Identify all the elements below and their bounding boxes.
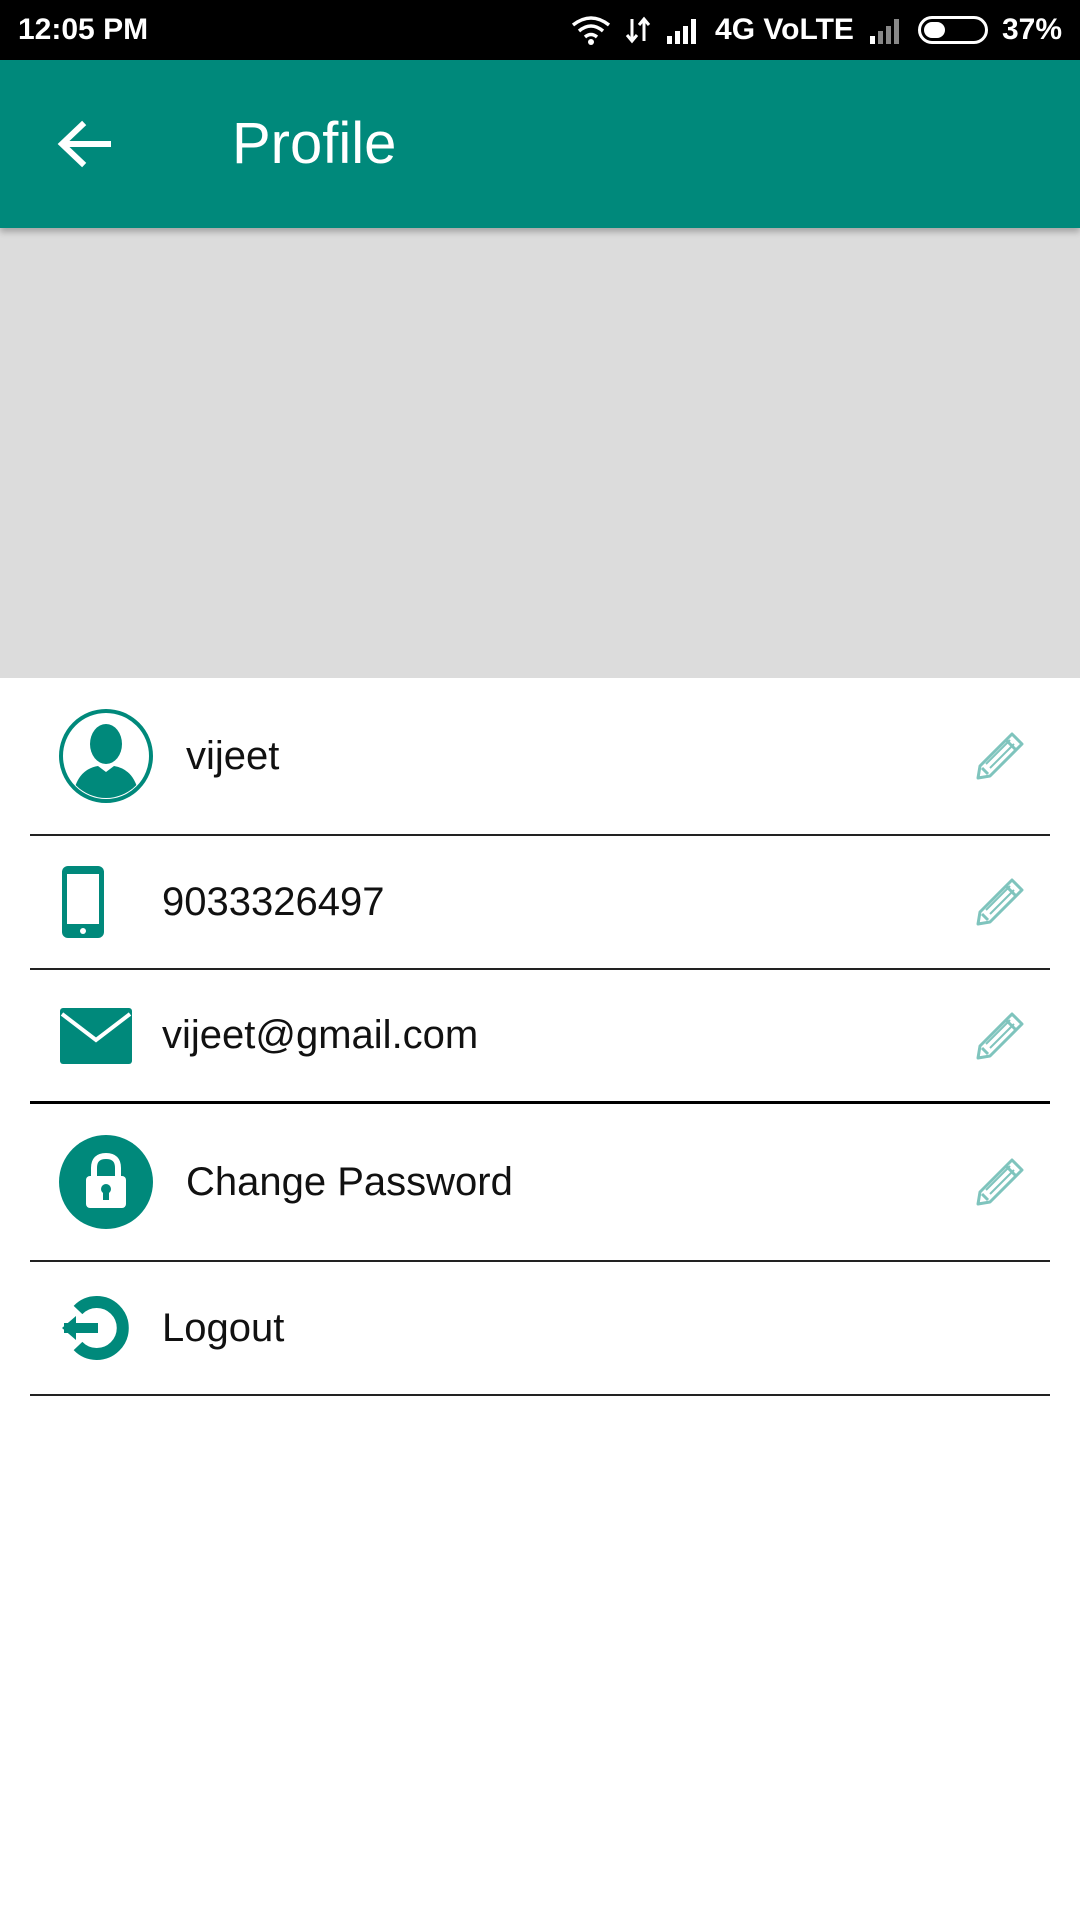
status-bar: 12:05 PM 4G VoLTE 37%	[0, 0, 1080, 60]
battery-percent: 37%	[1001, 13, 1062, 46]
edit-name-button[interactable]	[972, 728, 1028, 784]
signal-icon	[665, 16, 701, 44]
status-time: 12:05 PM	[18, 13, 149, 46]
person-icon	[59, 709, 153, 803]
battery-icon	[917, 16, 988, 44]
profile-name-row: vijeet	[30, 678, 1050, 836]
lock-icon	[59, 1135, 153, 1229]
arrow-back-icon	[57, 120, 111, 168]
logout-row[interactable]: Logout	[30, 1262, 1050, 1396]
profile-phone: 9033326497	[162, 879, 385, 924]
data-transfer-icon	[625, 15, 651, 45]
phone-icon-wrap	[60, 864, 106, 940]
avatar	[58, 708, 154, 804]
edit-password-button[interactable]	[972, 1154, 1028, 1210]
change-password-row[interactable]: Change Password	[30, 1104, 1050, 1262]
edit-phone-button[interactable]	[972, 874, 1028, 930]
network-type: 4G VoLTE	[715, 13, 854, 46]
profile-phone-row: 9033326497	[30, 836, 1050, 970]
email-icon-wrap	[60, 1007, 132, 1064]
change-password-label: Change Password	[186, 1159, 513, 1204]
battery-fill	[923, 22, 945, 38]
profile-email: vijeet@gmail.com	[162, 1013, 479, 1057]
smartphone-icon	[62, 866, 104, 938]
pencil-icon	[976, 878, 1024, 926]
edit-email-button[interactable]	[972, 1008, 1028, 1064]
pencil-icon	[976, 732, 1024, 780]
lock-icon-wrap	[58, 1134, 154, 1230]
app-bar: Profile	[0, 60, 1080, 228]
profile-cover-image	[0, 228, 1080, 678]
status-icons: 4G VoLTE 37%	[571, 13, 1062, 47]
logout-label: Logout	[162, 1305, 285, 1350]
signal-secondary-icon	[868, 16, 904, 44]
profile-email-row: vijeet@gmail.com	[30, 970, 1050, 1104]
pencil-icon	[976, 1012, 1024, 1059]
logout-icon	[62, 1296, 129, 1360]
back-button[interactable]	[48, 110, 120, 178]
envelope-icon	[60, 1007, 132, 1064]
logout-icon-wrap	[58, 1292, 130, 1364]
wifi-icon	[571, 15, 611, 45]
page-title: Profile	[232, 111, 397, 176]
pencil-icon	[976, 1158, 1024, 1206]
profile-name: vijeet	[186, 733, 280, 778]
